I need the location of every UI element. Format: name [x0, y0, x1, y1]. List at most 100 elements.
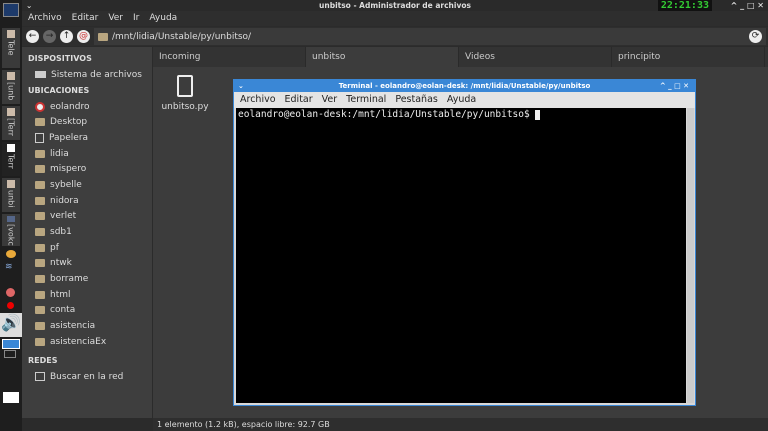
tab-principito[interactable]: principito — [612, 47, 765, 67]
window-controls[interactable]: ^ _ □ ✕ — [660, 80, 689, 92]
app-menu-icon[interactable] — [3, 3, 19, 17]
wifi-icon[interactable]: ≋ — [5, 262, 13, 272]
taskbar-item[interactable]: Tele — [2, 28, 20, 68]
reload-icon[interactable]: ⟳ — [749, 30, 762, 43]
app-icon — [7, 108, 15, 116]
home-button[interactable]: @ — [77, 30, 90, 43]
sidebar-item-label: ntwk — [50, 258, 72, 269]
tray-icon[interactable] — [6, 250, 16, 258]
folder-icon — [35, 165, 45, 174]
window-title: unbitso - Administrador de archivos — [319, 1, 471, 10]
menu-editar[interactable]: Editar — [72, 11, 99, 26]
sidebar-item-papelera[interactable]: Papelera — [22, 130, 152, 146]
terminal-icon — [7, 144, 15, 152]
window-controls[interactable]: ^ _ □ ✕ — [731, 0, 764, 11]
sidebar-item-borrame[interactable]: borrame — [22, 271, 152, 287]
sidebar-item-ntwk[interactable]: ntwk — [22, 256, 152, 272]
menu-ir[interactable]: Ir — [133, 11, 139, 26]
section-places: UBICACIONES — [28, 85, 90, 95]
taskbar-item[interactable]: [vokc — [2, 214, 20, 246]
folder-icon — [35, 196, 45, 205]
app-icon — [7, 216, 15, 223]
taskbar-item[interactable]: [unb — [2, 70, 20, 104]
sidebar-item-network[interactable]: Buscar en la red — [22, 369, 152, 385]
sidebar-item-label: eolandro — [50, 101, 90, 112]
record-icon[interactable] — [7, 302, 14, 309]
menu-archivo[interactable]: Archivo — [28, 11, 62, 26]
folder-icon — [35, 149, 45, 158]
tab-incoming[interactable]: Incoming — [153, 47, 306, 67]
sidebar-item-mispero[interactable]: mispero — [22, 161, 152, 177]
show-desktop-button[interactable] — [3, 392, 19, 403]
window-menu-icon[interactable]: ⌄ — [26, 0, 32, 11]
terminal-title-bar[interactable]: ⌄ Terminal - eolandro@eolan-desk: /mnt/l… — [234, 80, 695, 92]
folder-icon — [35, 259, 45, 268]
section-network: REDES — [28, 355, 58, 365]
sidebar-item-label: lidia — [50, 148, 69, 159]
taskbar-item[interactable]: [Terr — [2, 106, 20, 140]
menu-ver[interactable]: Ver — [108, 11, 123, 26]
app-icon — [7, 30, 15, 38]
sidebar-item-html[interactable]: html — [22, 287, 152, 303]
volume-icon[interactable]: 🔊 — [0, 313, 22, 337]
sidebar-item-nidora[interactable]: nidora — [22, 193, 152, 209]
up-button[interactable]: ↑ — [60, 30, 73, 43]
sidebar-item-label: mispero — [50, 164, 87, 175]
folder-icon — [35, 322, 45, 331]
network-icon — [35, 372, 45, 382]
terminal-menu-pestanas[interactable]: Pestañas — [395, 92, 438, 108]
sidebar-item-asistencia[interactable]: asistencia — [22, 318, 152, 334]
sidebar-item-pf[interactable]: pf — [22, 240, 152, 256]
terminal-menu-terminal[interactable]: Terminal — [346, 92, 386, 108]
trash-icon — [35, 132, 44, 143]
forward-button[interactable]: → — [43, 30, 56, 43]
folder-icon — [35, 243, 45, 252]
sidebar-item-desktop[interactable]: Desktop — [22, 114, 152, 130]
terminal-menu-editar[interactable]: Editar — [285, 92, 313, 108]
terminal-scrollbar[interactable] — [687, 108, 694, 403]
sidebar-item-label: sdb1 — [50, 227, 72, 238]
path-text: /mnt/lidia/Unstable/py/unbitso/ — [112, 31, 252, 42]
taskbar-item[interactable]: unbi — [2, 178, 20, 212]
terminal-menu-ayuda[interactable]: Ayuda — [447, 92, 476, 108]
folder-icon — [35, 290, 45, 299]
menu-ayuda[interactable]: Ayuda — [149, 11, 177, 26]
home-icon — [35, 101, 45, 112]
taskbar-label: [vokc — [6, 224, 16, 246]
taskbar-label: unbi — [6, 190, 16, 208]
terminal-menu-ver[interactable]: Ver — [322, 92, 338, 108]
tab-videos[interactable]: Videos — [459, 47, 612, 67]
terminal-output[interactable]: eolandro@eolan-desk:/mnt/lidia/Unstable/… — [236, 108, 686, 403]
workspace-2[interactable] — [4, 350, 16, 358]
sidebar: DISPOSITIVOS Sistema de archivos UBICACI… — [22, 47, 152, 418]
tab-unbitso[interactable]: unbitso — [306, 47, 459, 67]
window-menu-icon[interactable]: ⌄ — [238, 80, 244, 92]
sidebar-item-label: Buscar en la red — [50, 371, 124, 382]
location-bar[interactable]: /mnt/lidia/Unstable/py/unbitso/ ⟳ — [94, 28, 766, 45]
folder-icon — [35, 337, 45, 346]
terminal-window[interactable]: ⌄ Terminal - eolandro@eolan-desk: /mnt/l… — [233, 79, 696, 406]
workspace-1[interactable] — [2, 339, 20, 349]
sidebar-item-filesystem[interactable]: Sistema de archivos — [22, 67, 152, 83]
file-name: unbitso.py — [161, 102, 209, 112]
sidebar-item-label: nidora — [50, 195, 79, 206]
sidebar-item-label: asistenciaEx — [50, 336, 107, 347]
terminal-menu-archivo[interactable]: Archivo — [240, 92, 276, 108]
sidebar-item-lidia[interactable]: lidia — [22, 146, 152, 162]
taskbar-item[interactable]: Terr — [2, 142, 20, 176]
sidebar-item-sybelle[interactable]: sybelle — [22, 177, 152, 193]
sidebar-item-label: Desktop — [50, 117, 88, 128]
folder-icon — [98, 32, 108, 41]
sidebar-item-conta[interactable]: conta — [22, 303, 152, 319]
folder-icon — [35, 212, 45, 221]
sidebar-item-label: sybelle — [50, 179, 82, 190]
sidebar-item-asistenciaex[interactable]: asistenciaEx — [22, 334, 152, 350]
file-item[interactable]: unbitso.py — [160, 75, 210, 112]
back-button[interactable]: ← — [26, 30, 39, 43]
sidebar-item-verlet[interactable]: verlet — [22, 209, 152, 225]
sidebar-item-sdb1[interactable]: sdb1 — [22, 224, 152, 240]
taskbar: Tele [unb [Terr Terr unbi [vokc ≋ 🔊 — [0, 0, 22, 431]
tray-icon[interactable] — [6, 288, 15, 297]
clock: 22:21:33 — [657, 0, 712, 11]
sidebar-item-eolandro[interactable]: eolandro — [22, 99, 152, 115]
